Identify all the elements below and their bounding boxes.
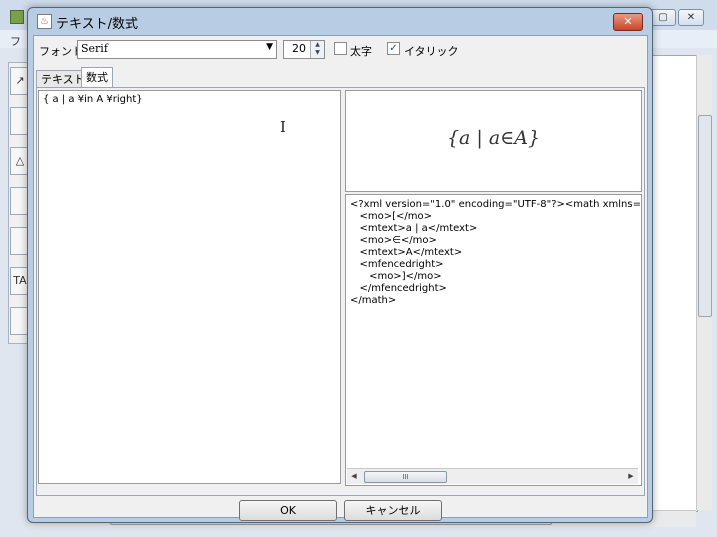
scroll-thumb[interactable]: III <box>364 471 447 483</box>
background-close-button[interactable]: ✕ <box>678 9 704 26</box>
xml-line: <mtext>a | a</mtext> <box>350 223 478 234</box>
dialog-titlebar[interactable]: ♨ テキスト/数式 ✕ <box>28 8 652 34</box>
dialog-body: フォント Serif ▼ 20 ▲ ▼ 太字 ✓ イタリック テキスト 数式 {… <box>33 35 648 521</box>
text-cursor-icon: I <box>280 118 286 136</box>
formula-preview: {a | a∈A} <box>345 90 642 192</box>
italic-label: イタリック <box>404 45 459 58</box>
scroll-left-icon[interactable]: ◀ <box>348 470 360 483</box>
spinner-up-icon[interactable]: ▲ <box>311 41 324 49</box>
cancel-button[interactable]: キャンセル <box>344 500 442 521</box>
xml-line: <mo>]</mo> <box>350 271 442 282</box>
close-button[interactable]: ✕ <box>613 13 643 31</box>
xml-line: </mfencedright> <box>350 283 447 294</box>
formula-source-text: { a | a ¥in A ¥right} <box>43 94 143 105</box>
xml-line: <mo>∈</mo> <box>350 235 437 246</box>
font-size-value: 20 <box>292 42 306 55</box>
xml-line: <?xml version="1.0" encoding="UTF-8"?><m… <box>350 199 642 210</box>
mathml-output[interactable]: <?xml version="1.0" encoding="UTF-8"?><m… <box>345 194 642 486</box>
ok-button[interactable]: OK <box>239 500 337 521</box>
italic-checkbox[interactable]: ✓ <box>387 42 400 55</box>
menu-item-file[interactable]: フ <box>10 33 21 49</box>
xml-horizontal-scrollbar[interactable]: ◀ III ▶ <box>347 468 638 484</box>
font-select-value: Serif <box>81 42 108 55</box>
dialog-title: テキスト/数式 <box>56 17 138 32</box>
scroll-right-icon[interactable]: ▶ <box>625 470 637 483</box>
font-select[interactable]: Serif ▼ <box>77 40 277 59</box>
bold-label: 太字 <box>350 45 372 58</box>
spinner-down-icon[interactable]: ▼ <box>311 49 324 57</box>
tab-formula[interactable]: 数式 <box>81 67 113 87</box>
bold-checkbox[interactable] <box>334 42 347 55</box>
formula-editor[interactable]: { a | a ¥in A ¥right} I <box>38 90 341 484</box>
xml-line: <mfencedright> <box>350 259 444 270</box>
rendered-formula: {a | a∈A} <box>446 127 541 149</box>
chevron-down-icon: ▼ <box>266 42 273 52</box>
java-app-icon: ♨ <box>37 14 52 29</box>
canvas-vertical-scrollbar[interactable] <box>696 55 712 510</box>
app-icon <box>10 10 24 24</box>
formula-tab-panel: { a | a ¥in A ¥right} I {a | a∈A} <?xml … <box>36 87 645 496</box>
restore-button[interactable]: ▢ <box>650 9 676 26</box>
scroll-thumb[interactable] <box>698 115 712 317</box>
xml-line: </math> <box>350 295 397 306</box>
xml-line: <mtext>A</mtext> <box>350 247 463 258</box>
drawing-canvas[interactable] <box>652 55 698 512</box>
font-size-spinner[interactable]: 20 ▲ ▼ <box>283 40 325 59</box>
text-formula-dialog: ♨ テキスト/数式 ✕ フォント Serif ▼ 20 ▲ ▼ 太字 ✓ イタリ… <box>27 7 653 523</box>
xml-line: <mo>[</mo> <box>350 211 433 222</box>
